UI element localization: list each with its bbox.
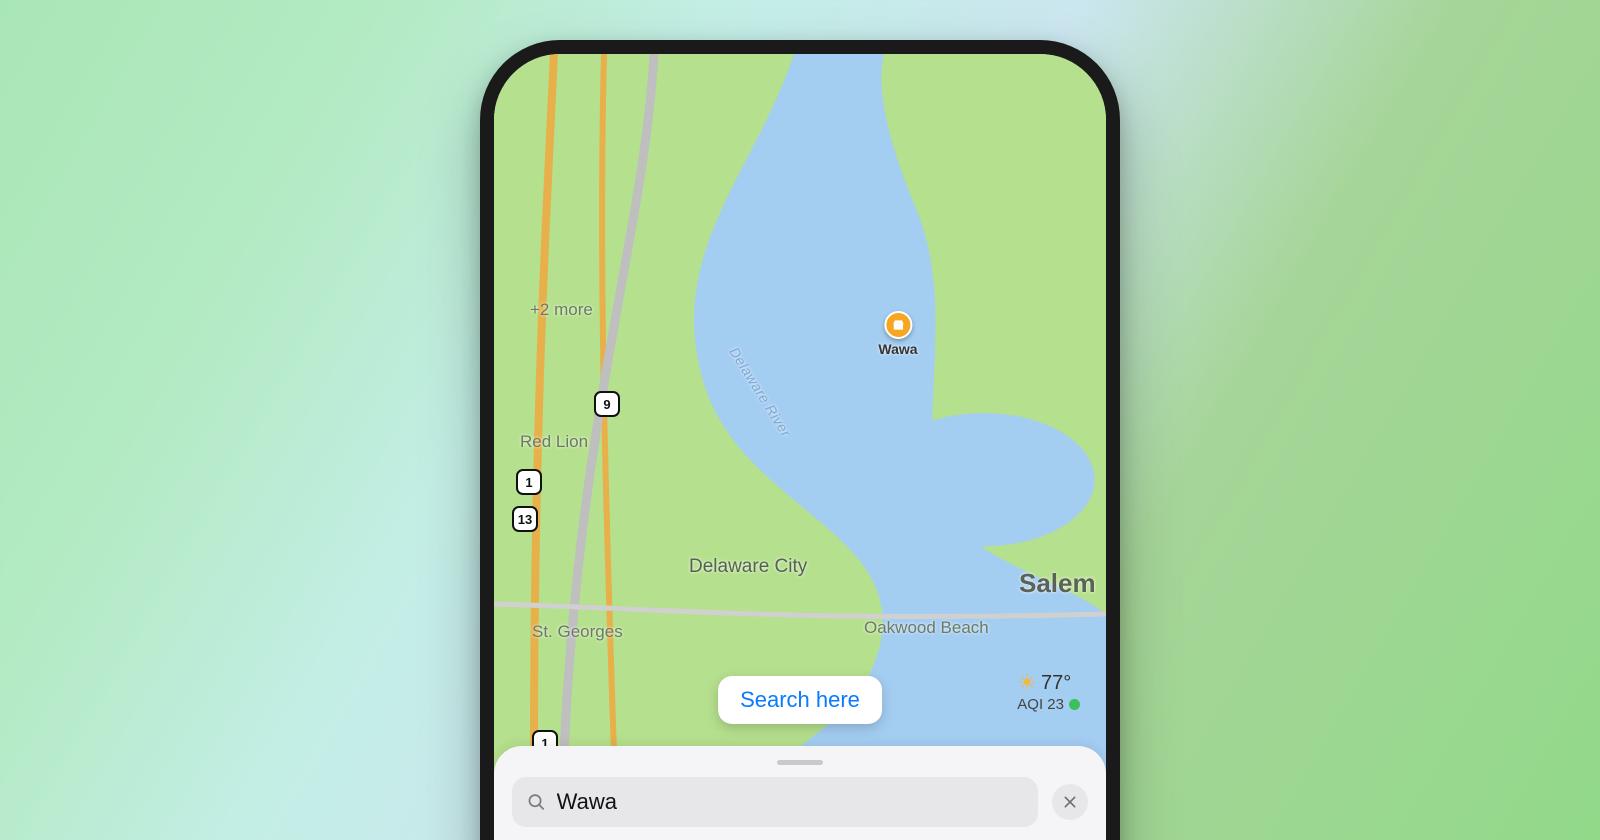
phone-screen: 9 1 13 1 +2 more Red Lion St. Georges De… [494,54,1106,840]
sun-icon: ☀︎ [1017,670,1037,696]
temperature: 77° [1041,672,1071,695]
route-shield-1-a: 1 [516,469,542,495]
label-delaware-city: Delaware City [689,556,807,578]
phone-frame: 9 1 13 1 +2 more Red Lion St. Georges De… [480,40,1120,840]
map-pin-wawa[interactable]: Wawa [878,311,917,357]
store-icon [884,311,912,339]
map-canvas[interactable]: 9 1 13 1 +2 more Red Lion St. Georges De… [494,54,1106,840]
label-plus2more: +2 more [530,300,593,320]
label-oakwood-beach: Oakwood Beach [864,618,989,638]
close-button[interactable] [1052,784,1088,820]
route-shield-9: 9 [594,391,620,417]
label-st-georges: St. Georges [532,622,623,642]
label-salem: Salem [1019,568,1096,599]
search-icon [526,791,547,813]
pin-label: Wawa [878,341,917,357]
sheet-grabber[interactable] [777,760,823,765]
search-bar[interactable] [512,777,1038,827]
weather-widget[interactable]: ☀︎ 77° AQI 23 [1017,670,1080,713]
close-icon [1062,794,1078,810]
route-shield-13: 13 [512,506,538,532]
bottom-sheet[interactable]: Wawa 64 mi · 418 N Broadway, Pennsville … [494,746,1106,840]
aqi-dot-icon [1069,699,1080,710]
search-here-button[interactable]: Search here [718,676,882,724]
label-red-lion: Red Lion [520,432,588,452]
aqi-value: AQI 23 [1017,696,1064,713]
search-input[interactable] [557,789,1024,815]
